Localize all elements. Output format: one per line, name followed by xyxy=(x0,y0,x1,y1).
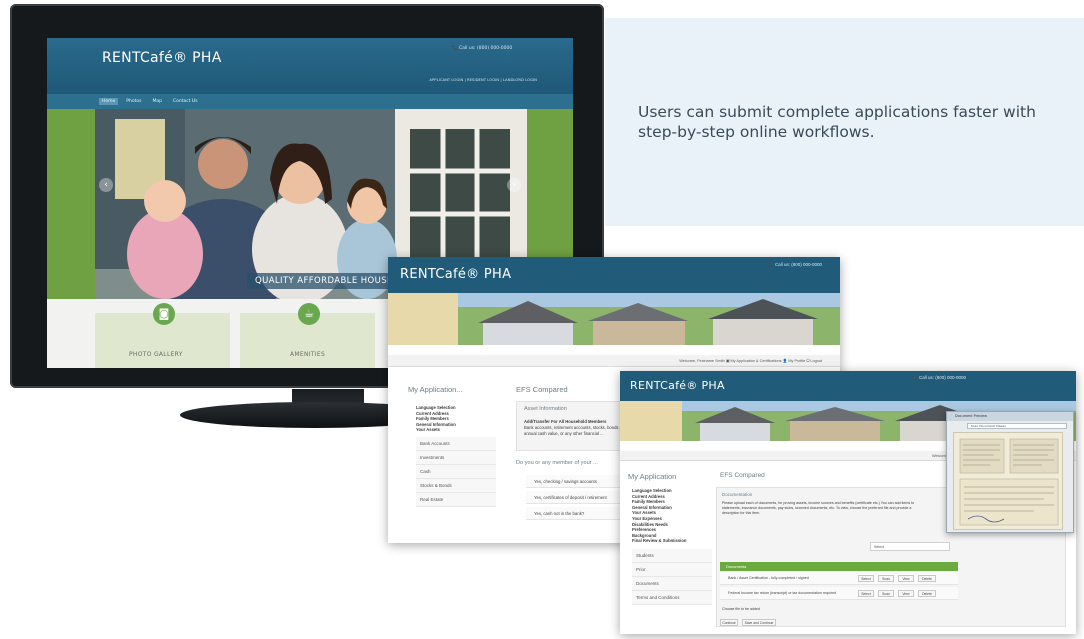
window-b-user-bar[interactable]: Welcome, Firstname Smith ▣ My Applicatio… xyxy=(388,355,840,367)
sub-item[interactable]: Terms and Conditions xyxy=(632,591,712,605)
window-b-main-title: EFS Compared xyxy=(516,385,568,394)
window-b-asset-sub-list: Bank Accounts Investments Cash Stocks & … xyxy=(416,437,496,507)
caption-panel: Users can submit complete applications f… xyxy=(605,18,1084,226)
scanned-form-illustration xyxy=(959,438,1059,526)
documents-heading: Documentation xyxy=(722,492,753,497)
document-type-select[interactable]: Select xyxy=(870,542,950,551)
sub-item[interactable]: Stocks & Bonds xyxy=(416,479,496,493)
tile-amenities-label: AMENITIES xyxy=(290,351,326,358)
hero-side-panel-left xyxy=(47,109,95,299)
site-a-login-links[interactable]: APPLICANT LOGIN | RESIDENT LOGIN | LANDL… xyxy=(429,77,537,82)
camera-icon: ◙ xyxy=(153,303,175,325)
window-b-step-list: Language Selection Current Address Famil… xyxy=(416,405,456,433)
row-select-button[interactable]: Select xyxy=(858,590,874,597)
save-and-continue-button[interactable]: Save and Continue xyxy=(742,619,776,626)
window-c-phone: 📞 Call us: (800) 000-0000 xyxy=(912,375,966,380)
step-item[interactable]: Final Review & Submission xyxy=(632,538,686,544)
hero-next-arrow[interactable]: › xyxy=(507,178,521,192)
continue-button[interactable]: Continue xyxy=(720,619,738,626)
popup-title-bar[interactable]: Document Preview xyxy=(947,412,1073,421)
row-scan-button[interactable]: Scan xyxy=(878,575,894,582)
step-item[interactable]: Language Selection xyxy=(416,405,456,411)
row-view-button[interactable]: View xyxy=(898,590,914,597)
sub-item[interactable]: Real Estate xyxy=(416,493,496,507)
document-preview-popup[interactable]: Document Preview Scan Document Viewer xyxy=(946,411,1074,533)
window-b-neighborhood-banner xyxy=(388,293,840,345)
row-scan-button[interactable]: Scan xyxy=(878,590,894,597)
hero-caption: QUALITY AFFORDABLE HOUSING xyxy=(247,273,412,289)
asset-question: Do you or any member of your ... xyxy=(516,460,598,466)
site-a-nav: Home Photos Map Contact Us xyxy=(99,98,201,105)
marketing-composite: Users can submit complete applications f… xyxy=(0,0,1084,639)
site-a-phone: 📞 Call us: (800) 000-0000 xyxy=(452,46,513,51)
step-item[interactable]: Your Assets xyxy=(416,427,456,433)
window-c-step-list: Language Selection Current Address Famil… xyxy=(632,488,686,544)
nav-contact-us[interactable]: Contact Us xyxy=(170,98,201,105)
sub-item[interactable]: Documents xyxy=(632,577,712,591)
nav-photos[interactable]: Photos xyxy=(123,98,144,105)
houses-illustration xyxy=(388,293,840,345)
row-delete-button[interactable]: Delete xyxy=(918,575,936,582)
scanned-document xyxy=(953,432,1063,530)
tile-photo-gallery-label: PHOTO GALLERY xyxy=(129,351,183,358)
documents-intro-line-3: description for this item. xyxy=(722,511,760,515)
row-delete-button[interactable]: Delete xyxy=(918,590,936,597)
popup-address-bar[interactable]: Scan Document Viewer xyxy=(967,423,1067,429)
hero-prev-arrow[interactable]: ‹ xyxy=(99,178,113,192)
asset-info-line-3: annual cash value, or any other financia… xyxy=(524,431,604,436)
window-b-phone: 📞 Call us: (800) 000-0000 xyxy=(768,262,822,267)
sub-item[interactable]: Students xyxy=(632,549,712,563)
asset-info-line-1: Add/Transfer For All Household Members xyxy=(524,419,607,424)
coffee-icon: ☕ xyxy=(298,303,320,325)
window-b-side-title: My Application... xyxy=(408,385,463,394)
nav-home[interactable]: Home xyxy=(99,98,119,105)
window-c-brand[interactable]: RENTCafé® PHA xyxy=(630,379,725,392)
asset-info-line-2: Bank accounts, retirement accounts, stoc… xyxy=(524,425,627,430)
sub-item[interactable]: Prior xyxy=(632,563,712,577)
window-c-main-title: EFS Compared xyxy=(720,472,765,479)
row-view-button[interactable]: View xyxy=(898,575,914,582)
sub-item[interactable]: Investments xyxy=(416,451,496,465)
sub-item[interactable]: Cash xyxy=(416,465,496,479)
site-a-brand[interactable]: RENTCafé® PHA xyxy=(102,50,222,66)
asset-info-heading: Asset Information xyxy=(524,406,567,412)
nav-map[interactable]: Map xyxy=(149,98,165,105)
documents-footnote: Choose file to be added xyxy=(722,607,760,611)
sub-item[interactable]: Bank Accounts xyxy=(416,437,496,451)
window-c-side-title: My Application xyxy=(628,472,677,481)
caption-text: Users can submit complete applications f… xyxy=(638,103,1036,141)
window-b-brand[interactable]: RENTCafé® PHA xyxy=(400,267,511,282)
row-select-button[interactable]: Select xyxy=(858,575,874,582)
window-c-sub-list: Students Prior Documents Terms and Condi… xyxy=(632,549,712,605)
documents-table-header: Documents xyxy=(720,562,958,571)
